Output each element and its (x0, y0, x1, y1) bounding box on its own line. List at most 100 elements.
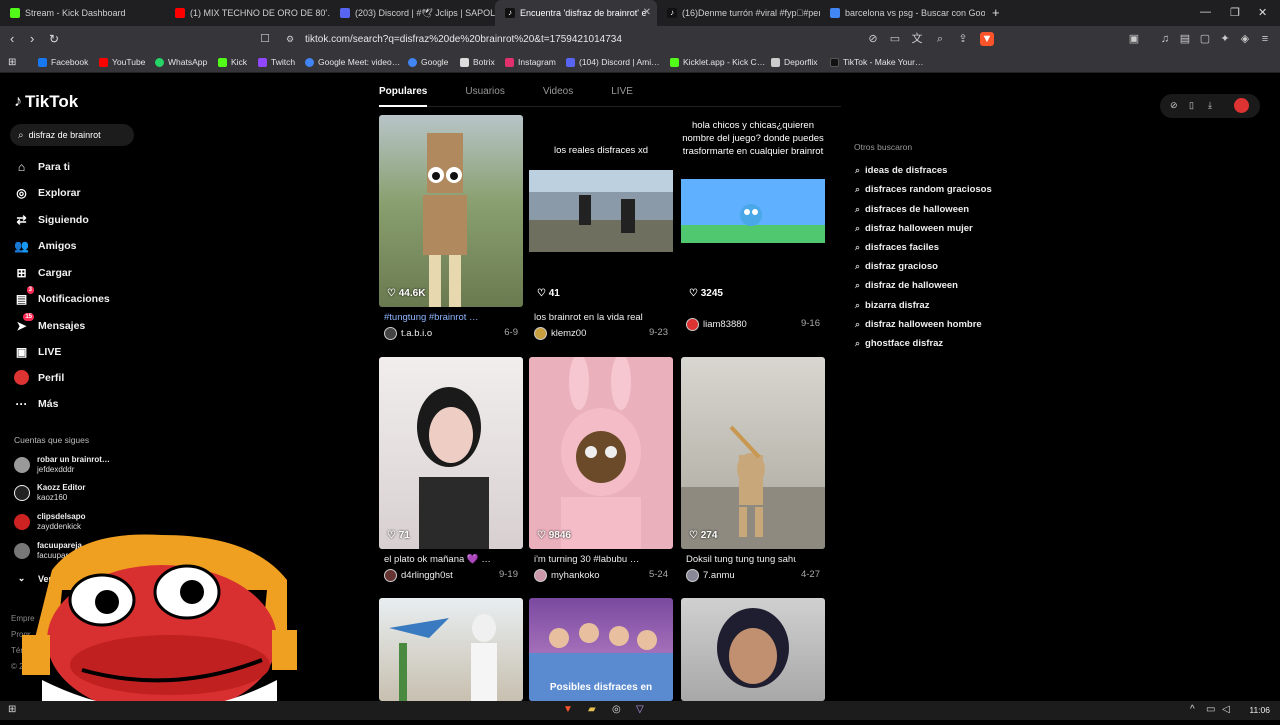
windows-start-icon[interactable]: ⊞ (8, 704, 16, 715)
cast-icon[interactable]: ▭ (888, 32, 902, 46)
bookmark-item[interactable]: Kick (218, 57, 247, 67)
video-thumbnail[interactable]: los reales disfraces xd (529, 115, 673, 307)
sidebar-item-para-ti[interactable]: ⌂ Para ti (14, 159, 70, 174)
bookmark-item[interactable]: TikTok - Make Your… (830, 57, 923, 67)
video-caption[interactable]: #tungtung #brainrot … (384, 312, 494, 323)
folder-icon[interactable]: ▰ (588, 704, 596, 715)
browser-tab[interactable]: Stream - Kick Dashboard (0, 0, 165, 26)
video-caption[interactable]: el plato ok mañana 💜 … (384, 554, 494, 565)
download-icon[interactable]: ⤓ (1208, 100, 1212, 111)
restore-icon[interactable]: ❐ (1230, 6, 1240, 19)
wallet-icon[interactable]: ▢ (1198, 32, 1212, 46)
bookmark-item[interactable]: YouTube (99, 57, 145, 67)
sidebar-item-cargar[interactable]: ⊞ Cargar (14, 265, 71, 280)
followed-account[interactable]: Kaozz Editor kaoz160 (14, 483, 85, 502)
device-icon[interactable]: ▯ (1189, 100, 1194, 111)
close-tab-icon[interactable]: ✕ (643, 7, 651, 18)
sidebar-item-mensajes[interactable]: ➤ 15 Mensajes (14, 313, 85, 333)
network-icon[interactable]: ▭ (1206, 704, 1215, 715)
bookmark-item[interactable]: Instagram (505, 57, 556, 67)
vpn-icon[interactable]: ◈ (1238, 32, 1252, 46)
video-caption[interactable]: i'm turning 30 #labubu … (534, 554, 644, 565)
bookmark-item[interactable]: Facebook (38, 57, 88, 67)
browser-tab-active[interactable]: ♪ Encuentra 'disfraz de brainrot' e ✕ (495, 0, 657, 26)
zoom-icon[interactable]: ⌕ (933, 32, 947, 46)
minimize-icon[interactable]: — (1200, 6, 1211, 18)
video-thumbnail[interactable] (379, 115, 523, 307)
sidebar-item-perfil[interactable]: Perfil (14, 370, 64, 385)
video-thumbnail[interactable] (379, 357, 523, 549)
tab-usuarios[interactable]: Usuarios (465, 86, 504, 106)
reload-icon[interactable]: ↻ (49, 32, 59, 46)
tab-populares[interactable]: Populares (379, 86, 428, 107)
bookmark-item[interactable]: Twitch (258, 57, 295, 67)
video-thumbnail[interactable]: Posibles disfraces en (529, 598, 673, 701)
brave-shield-icon[interactable]: ▼ (980, 32, 994, 46)
video-author[interactable]: 7.anmu (686, 569, 735, 582)
bookmark-icon[interactable]: ☐ (258, 32, 272, 46)
video-thumbnail[interactable] (681, 598, 825, 701)
video-author[interactable]: t.a.b.i.o (384, 327, 432, 340)
browser-tab[interactable]: (203) Discord | #🕊 Jclips | SAPOLIC (330, 0, 495, 26)
browser-tab[interactable]: ♪ (16)Denme turrón #viral #fyp゚#pen (657, 0, 820, 26)
search-input[interactable]: ⌕ disfraz de brainrot (10, 124, 134, 146)
translate-icon[interactable]: 文 (910, 32, 924, 46)
close-window-icon[interactable]: ✕ (1258, 6, 1267, 19)
site-info-icon[interactable]: ⚙ (283, 32, 297, 46)
video-author[interactable]: liam83880 (686, 318, 747, 331)
related-search-item[interactable]: ⌕ disfraz halloween hombre (855, 319, 982, 330)
sidebar-panel-icon[interactable]: ▣ (1127, 32, 1141, 46)
video-thumbnail[interactable] (379, 598, 523, 701)
app-icon[interactable]: ◎ (612, 704, 621, 715)
sidebar-item-explorar[interactable]: ◎ Explorar (14, 185, 80, 200)
bookmark-item[interactable]: (104) Discord | Ami… (566, 57, 660, 67)
menu-icon[interactable]: ≡ (1258, 32, 1272, 46)
sidebar-item-mas[interactable]: ··· Más (14, 396, 59, 411)
bookmark-item[interactable]: WhatsApp (155, 57, 207, 67)
forward-icon[interactable]: › (30, 32, 34, 46)
sidebar-item-amigos[interactable]: 👥 Amigos (14, 238, 77, 253)
sidebar-item-notificaciones[interactable]: ▤ 3 Notificaciones (14, 286, 110, 306)
sidebar-item-live[interactable]: ▣ LIVE (14, 344, 62, 359)
related-search-item[interactable]: ⌕ disfraces faciles (855, 242, 939, 253)
bookmark-item[interactable]: Google (408, 57, 448, 67)
volume-icon[interactable]: ◁ (1222, 704, 1230, 715)
avatar[interactable] (1234, 98, 1249, 113)
bookmark-item[interactable]: Botrix (460, 57, 495, 67)
url-field[interactable]: tiktok.com/search?q=disfraz%20de%20brain… (305, 34, 622, 45)
app-icon[interactable]: ▽ (636, 704, 644, 715)
sidebar-item-siguiendo[interactable]: ⇄ Siguiendo (14, 212, 88, 227)
video-caption[interactable]: los brainrot en la vida real … (534, 312, 644, 323)
tiktok-logo[interactable]: ♪ TikTok (14, 92, 78, 112)
related-search-item[interactable]: ⌕ disfraces random graciosos (855, 184, 992, 195)
apps-icon[interactable]: ⊞ (8, 57, 16, 68)
back-icon[interactable]: ‹ (10, 32, 14, 46)
browser-tab[interactable]: barcelona vs psg - Buscar con Googl (820, 0, 985, 26)
video-author[interactable]: myhankoko (534, 569, 600, 582)
bookmark-item[interactable]: Google Meet: video… (305, 57, 400, 67)
related-search-item[interactable]: ⌕ disfraz de halloween (855, 280, 958, 291)
related-search-item[interactable]: ⌕ ideas de disfraces (855, 165, 947, 176)
video-thumbnail[interactable] (529, 357, 673, 549)
coin-icon[interactable]: ⊘ (1170, 100, 1178, 111)
tab-live[interactable]: LIVE (611, 86, 633, 106)
share-icon[interactable]: ⇪ (956, 32, 970, 46)
video-thumbnail[interactable] (681, 357, 825, 549)
browser-tab[interactable]: (1) MIX TECHNO DE ORO DE 80'… (165, 0, 330, 26)
new-tab-icon[interactable]: + (992, 5, 1000, 20)
video-caption[interactable]: Doksil tung tung tung sahur … (686, 554, 796, 565)
leo-icon[interactable]: ✦ (1218, 32, 1232, 46)
followed-account[interactable]: robar un brainrot… jefdexdddr (14, 455, 110, 474)
tray-chevron-icon[interactable]: ^ (1190, 704, 1195, 715)
video-author[interactable]: klemz00 (534, 327, 586, 340)
reader-icon[interactable]: ▤ (1178, 32, 1192, 46)
block-icon[interactable]: ⊘ (866, 32, 880, 46)
related-search-item[interactable]: ⌕ bizarra disfraz (855, 300, 929, 311)
related-search-item[interactable]: ⌕ ghostface disfraz (855, 338, 943, 349)
bookmark-item[interactable]: Kicklet.app - Kick C… (670, 57, 765, 67)
related-search-item[interactable]: ⌕ disfraces de halloween (855, 204, 969, 215)
followed-account[interactable]: clipsdelsapo zayddenkick (14, 512, 85, 531)
video-author[interactable]: d4rlinggh0st (384, 569, 453, 582)
related-search-item[interactable]: ⌕ disfraz halloween mujer (855, 223, 973, 234)
brave-icon[interactable]: ▼ (563, 704, 573, 715)
